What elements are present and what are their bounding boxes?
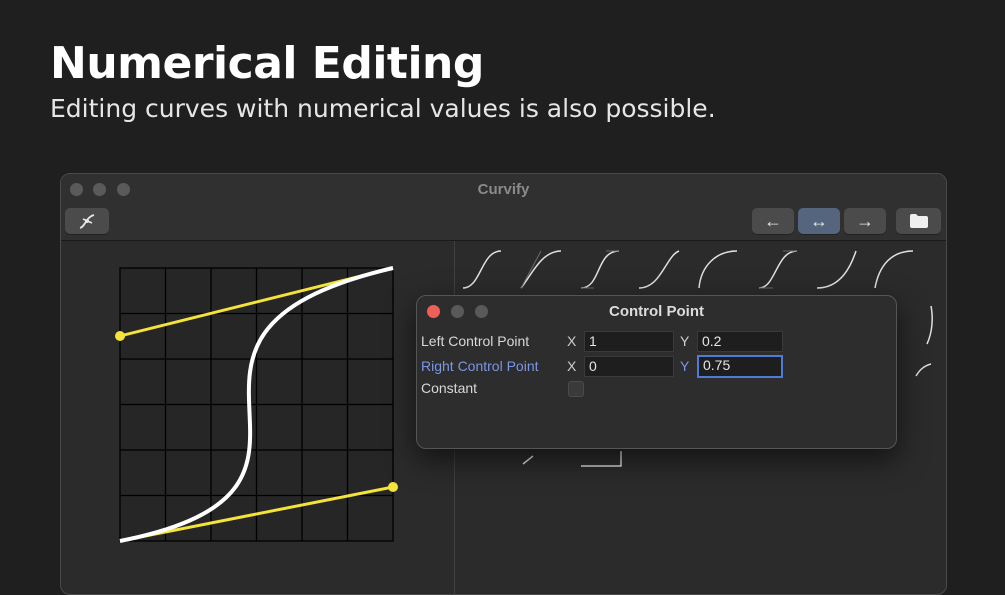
left-y-label: Y: [680, 333, 690, 349]
slide-title: Numerical Editing: [50, 38, 484, 89]
right-x-field[interactable]: 0: [584, 356, 674, 377]
curve-editor[interactable]: [111, 260, 411, 560]
preset-thumbnail[interactable]: [580, 250, 620, 289]
curve-tool-icon: [79, 214, 95, 229]
preset-thumbnail[interactable]: [520, 250, 562, 289]
left-control-point-handle[interactable]: [388, 482, 398, 492]
align-both-button[interactable]: ↔: [798, 208, 840, 234]
align-right-button[interactable]: →: [844, 208, 886, 234]
left-x-field[interactable]: 1: [584, 331, 674, 352]
left-control-point-label: Left Control Point: [421, 333, 530, 349]
right-x-label: X: [567, 358, 577, 374]
left-y-field[interactable]: 0.2: [697, 331, 783, 352]
preset-row-1-guides: [520, 250, 797, 289]
folder-icon: [909, 214, 928, 228]
right-control-point-label: Right Control Point: [421, 358, 539, 374]
preset-thumbnail[interactable]: [816, 250, 857, 289]
curve-tool-button[interactable]: [65, 208, 109, 234]
preset-thumbnail[interactable]: [462, 250, 502, 289]
constant-checkbox[interactable]: [568, 381, 584, 397]
align-left-button[interactable]: ←: [752, 208, 794, 234]
arrow-left-right-icon: ↔: [810, 210, 828, 231]
preset-thumbnail[interactable]: [874, 250, 914, 289]
arrow-right-icon: →: [856, 210, 874, 231]
slide-subtitle: Editing curves with numerical values is …: [50, 94, 716, 123]
control-point-dialog: Control Point Left Control Point X 1 Y 0…: [416, 295, 897, 449]
open-folder-button[interactable]: [896, 208, 941, 234]
window-titlebar: Curvify ← ↔ →: [61, 174, 946, 241]
preset-thumbnail[interactable]: [698, 250, 738, 289]
window-title: Curvify: [477, 181, 530, 198]
right-y-label: Y: [680, 358, 690, 374]
right-control-point-handle[interactable]: [115, 331, 125, 341]
arrow-left-icon: ←: [764, 210, 782, 231]
preset-thumbnail[interactable]: [758, 250, 798, 289]
constant-label: Constant: [421, 380, 478, 396]
right-y-field[interactable]: 0.75: [697, 355, 783, 378]
dialog-title: Control Point: [609, 303, 704, 320]
left-x-label: X: [567, 333, 577, 349]
preset-thumbnail[interactable]: [638, 250, 680, 289]
